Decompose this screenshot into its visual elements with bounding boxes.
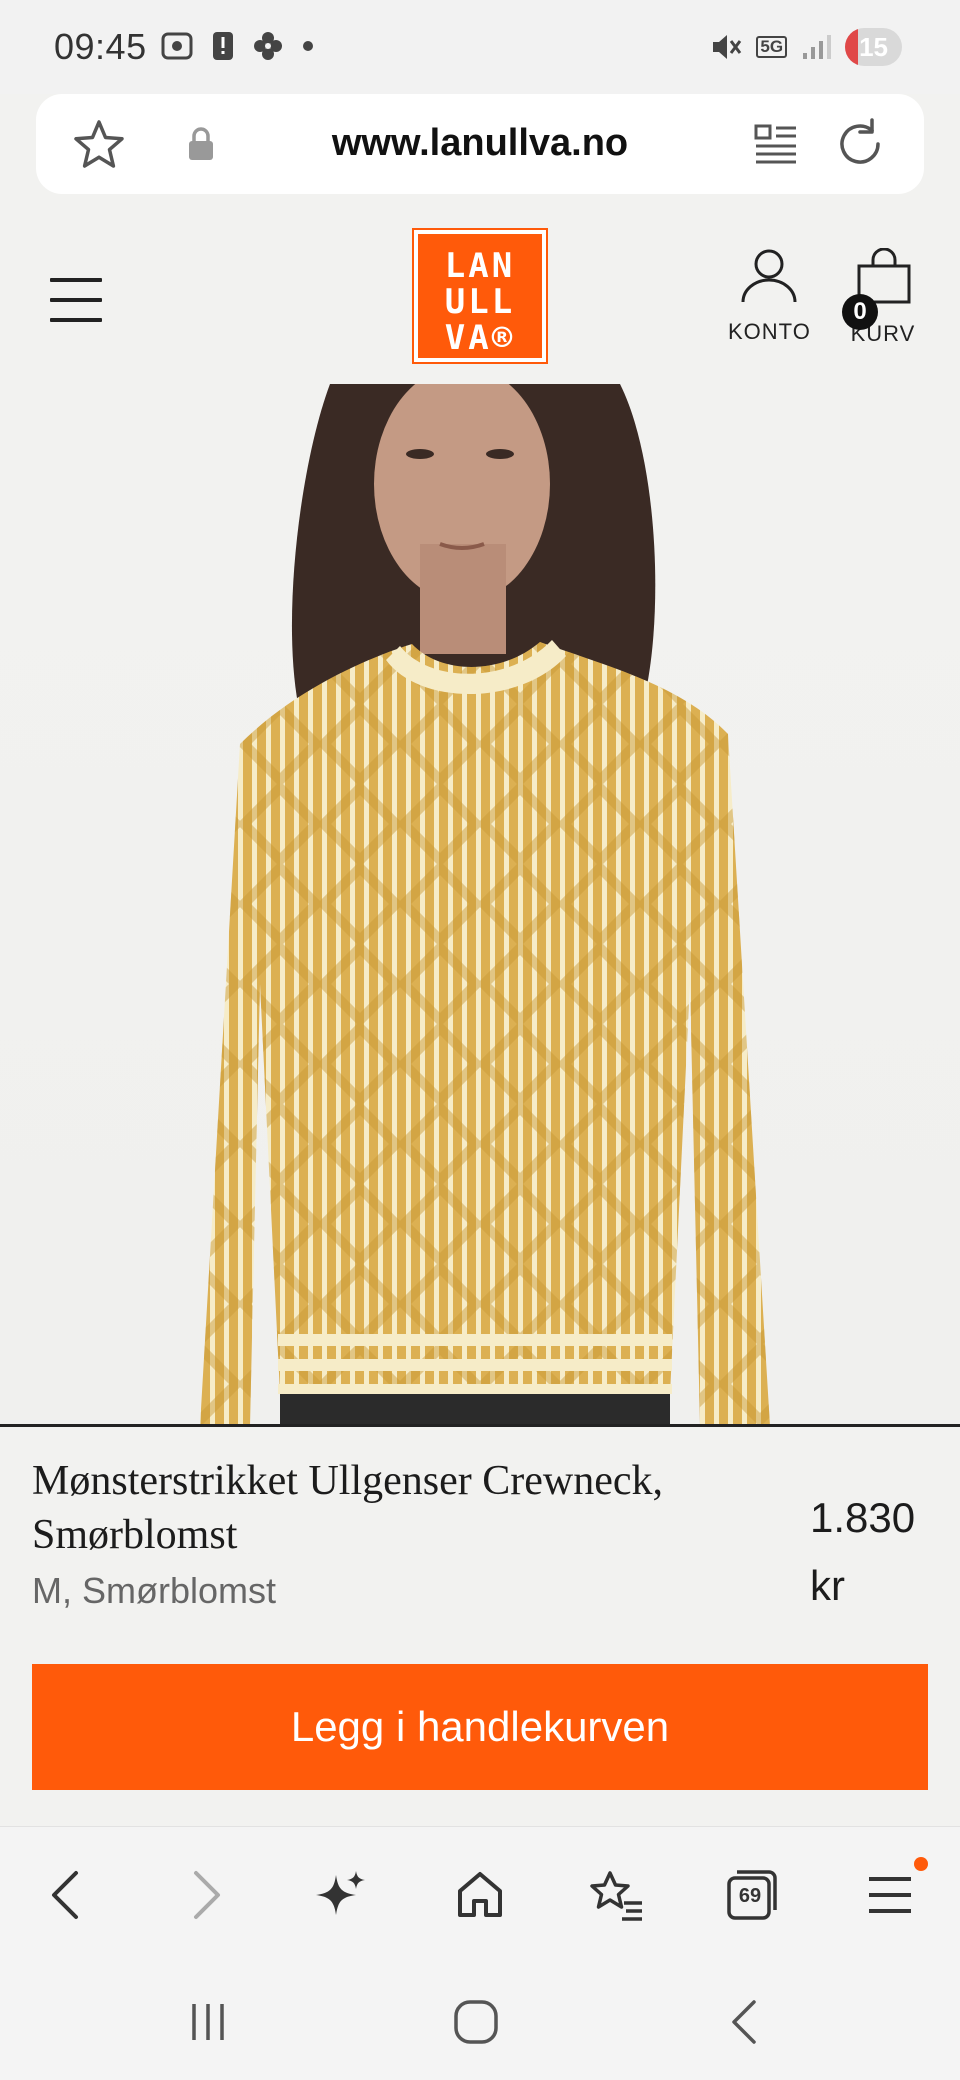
dot-icon [303, 41, 313, 51]
browser-toolbar: 69 [0, 1826, 960, 1958]
product-info: Mønsterstrikket Ullgenser Crewneck, Smør… [0, 1428, 960, 1828]
sparkle-icon [316, 1871, 365, 1915]
product-title: Mønsterstrikket Ullgenser Crewneck, Smør… [32, 1458, 664, 1558]
status-bar: 09:45 5G 15 [0, 0, 960, 94]
hamburger-menu-button[interactable] [50, 278, 102, 324]
account-label: KONTO [728, 319, 811, 344]
recent-apps-button[interactable] [180, 1996, 236, 2048]
reload-icon[interactable] [832, 116, 888, 172]
chevron-left-icon [52, 1871, 78, 1919]
product-price: 1.830 kr [810, 1494, 916, 1609]
mute-icon [713, 35, 742, 59]
product-image[interactable] [0, 384, 960, 1426]
home-icon [458, 1872, 502, 1917]
image-divider [0, 1424, 960, 1427]
network-type: 5G [756, 36, 788, 58]
product-photo [200, 384, 770, 1426]
screenshot-icon [161, 32, 193, 60]
user-icon [741, 249, 797, 303]
recent-apps-icon [192, 2004, 224, 2040]
system-home-button[interactable] [448, 1996, 504, 2048]
battery-level: 15 [859, 31, 888, 62]
home-circle-icon [454, 2000, 498, 2044]
status-time: 09:45 [54, 26, 147, 67]
forward-button[interactable] [176, 1867, 236, 1923]
notification-dot [914, 1857, 928, 1871]
add-to-cart-button[interactable]: Legg i handlekurven [32, 1664, 928, 1790]
pinwheel-icon [254, 32, 282, 60]
site-header: LAN ULL VA® KONTO 0 KURV [0, 208, 960, 384]
chevron-right-icon [194, 1871, 220, 1919]
ai-assistant-button[interactable] [312, 1867, 372, 1923]
reader-mode-icon[interactable] [752, 120, 800, 168]
account-button[interactable]: KONTO [728, 248, 810, 345]
logo-line: LAN [444, 246, 516, 286]
browser-menu-button[interactable] [860, 1857, 928, 1923]
battery-icon: 15 [845, 28, 902, 66]
status-icons-right: 5G 15 [710, 28, 902, 66]
status-icons-left [160, 30, 314, 62]
url-bar[interactable]: www.lanullva.no [36, 94, 924, 194]
bookmarks-button[interactable] [586, 1867, 646, 1923]
system-navigation-bar [0, 1958, 960, 2080]
system-back-button[interactable] [716, 1996, 772, 2048]
hamburger-icon [869, 1877, 911, 1913]
back-button[interactable] [36, 1867, 96, 1923]
tabs-button[interactable]: 69 [722, 1867, 782, 1923]
alert-icon [213, 32, 233, 60]
home-button[interactable] [450, 1867, 510, 1923]
logo-line: ULL [444, 282, 516, 322]
cart-button[interactable]: 0 KURV [842, 247, 924, 347]
product-variant: M, Smørblomst [32, 1570, 277, 1611]
back-chevron-icon [732, 2000, 756, 2044]
cart-count-badge: 0 [842, 294, 878, 330]
lanullva-logo[interactable]: LAN ULL VA® [414, 230, 546, 362]
signal-icon [803, 35, 832, 59]
tabs-count: 69 [738, 1885, 762, 1907]
logo-line: VA® [444, 318, 516, 358]
star-list-icon [590, 1871, 642, 1921]
